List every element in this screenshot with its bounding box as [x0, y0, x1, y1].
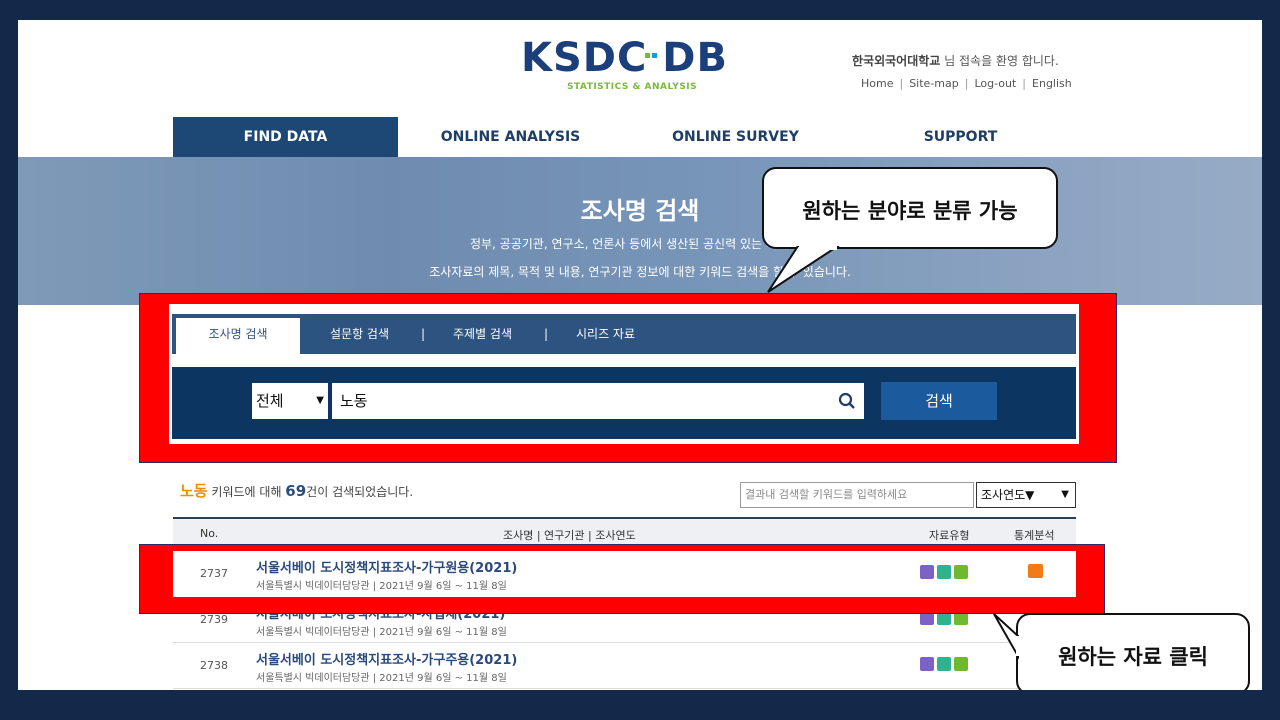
row-title[interactable]: 서울서베이 도시정책지표조사-가구원용(2021) — [256, 557, 517, 576]
row-meta: 서울특별시 빅데이터담당관 | 2021년 9월 6일 ~ 11월 8일 — [256, 673, 507, 684]
col-no: No. — [200, 527, 219, 540]
result-keyword: 노동 — [180, 482, 208, 500]
row-no: 2737 — [200, 567, 228, 580]
table-row-highlighted[interactable]: 2737 서울서베이 도시정책지표조사-가구원용(2021) 서울특별시 빅데이… — [173, 551, 1076, 597]
page-title: 조사명 검색 — [580, 197, 700, 225]
sitemap-link[interactable]: Site-map — [909, 77, 959, 90]
search-query: 노동 — [340, 392, 368, 410]
hero-description-2: 조사자료의 제목, 목적 및 내용, 연구기관 정보에 대한 키워드 검색을 할… — [429, 265, 851, 279]
chevron-down-icon: ▼ — [316, 395, 324, 406]
row-no: 2738 — [200, 659, 228, 672]
top-links: Home | Site-map | Log-out | English — [861, 77, 1072, 90]
search-input[interactable]: 노동 — [332, 383, 864, 419]
callout-bottom-text: 원하는 자료 클릭 — [1058, 645, 1208, 669]
callout-top: 원하는 분야로 분류 가능 — [762, 167, 1058, 249]
welcome-message: 한국외국어대학교 님 접속을 환영 합니다. — [852, 52, 1059, 69]
table-row[interactable]: 2738 서울서베이 도시정책지표조사-가구주용(2021) 서울특별시 빅데이… — [173, 643, 1076, 689]
document-icon[interactable] — [920, 657, 934, 671]
search-scope-select[interactable]: 전체 ▼ — [252, 383, 328, 419]
logo-dots-icon — [645, 43, 661, 58]
row-type-icons — [920, 564, 971, 583]
row-title[interactable]: 서울서베이 도시정책지표조사-가구주용(2021) — [256, 649, 517, 668]
hero-banner: 조사명 검색 정부, 공공기관, 연구소, 언론사 등에서 생산된 공신력 있는… — [18, 157, 1262, 305]
edit-icon[interactable] — [937, 657, 951, 671]
result-text-1: 키워드에 대해 — [207, 485, 286, 499]
result-count: 노동 키워드에 대해 69건이 검색되었습니다. — [180, 480, 413, 501]
logout-link[interactable]: Log-out — [974, 77, 1016, 90]
row-no: 2739 — [200, 613, 228, 626]
tab-subject-search[interactable]: 주제별 검색 — [453, 314, 512, 354]
tab-title-search[interactable]: 조사명 검색 — [176, 318, 300, 354]
page: KSDC DB STATISTICS & ANALYSIS 한국외국어대학교 님… — [18, 20, 1262, 690]
result-number: 69 — [285, 482, 307, 500]
welcome-text: 님 접속을 환영 합니다. — [940, 54, 1059, 68]
result-filter-input[interactable]: 결과내 검색할 키워드를 입력하세요 — [740, 482, 974, 508]
english-link[interactable]: English — [1032, 77, 1072, 90]
search-button[interactable]: 검색 — [881, 382, 997, 420]
home-link[interactable]: Home — [861, 77, 893, 90]
col-stat: 통계분석 — [1014, 529, 1055, 542]
tab-separator: | — [544, 327, 549, 341]
table-header: No. 조사명 | 연구기관 | 조사연도 자료유형 통계분석 — [173, 517, 1076, 547]
sort-select[interactable]: 조사연도▼ ▼ — [976, 482, 1076, 508]
tab-separator: | — [421, 327, 426, 341]
ksdc-logo[interactable]: KSDC DB STATISTICS & ANALYSIS — [521, 38, 741, 98]
row-type-icons — [920, 656, 971, 675]
row-meta: 서울특별시 빅데이터담당관 | 2021년 9월 6일 ~ 11월 8일 — [256, 581, 507, 592]
search-bar: 전체 ▼ 노동 검색 — [172, 367, 1076, 439]
main-nav: FIND DATA ONLINE ANALYSIS ONLINE SURVEY … — [173, 117, 1073, 157]
callout-top-text: 원하는 분야로 분류 가능 — [802, 199, 1018, 223]
col-type: 자료유형 — [929, 529, 970, 542]
col-info: 조사명 | 연구기관 | 조사연도 — [503, 529, 636, 542]
tab-question-search[interactable]: 설문항 검색 — [330, 314, 389, 354]
hero-description-1: 정부, 공공기관, 연구소, 언론사 등에서 생산된 공신력 있는 데이터를 — [469, 237, 811, 251]
callout-pointer-top — [767, 246, 840, 293]
nav-online-survey[interactable]: ONLINE SURVEY — [623, 117, 848, 157]
search-icon[interactable] — [838, 392, 856, 410]
bar-chart-icon[interactable] — [1028, 564, 1043, 578]
callout-pointer-bottom — [993, 613, 1020, 660]
sort-value: 조사연도▼ — [981, 488, 1035, 502]
tab-series-data[interactable]: 시리즈 자료 — [576, 314, 635, 354]
chevron-down-icon: ▼ — [1061, 489, 1069, 500]
document-icon[interactable] — [920, 565, 934, 579]
refresh-icon[interactable] — [954, 657, 968, 671]
welcome-org: 한국외국어대학교 — [852, 54, 941, 68]
logo-subtitle: STATISTICS & ANALYSIS — [567, 82, 698, 92]
search-panel: 조사명 검색 설문항 검색 | 주제별 검색 | 시리즈 자료 전체 ▼ 노동 검… — [169, 304, 1079, 444]
refresh-icon[interactable] — [954, 565, 968, 579]
nav-find-data[interactable]: FIND DATA — [173, 117, 398, 157]
edit-icon[interactable] — [937, 565, 951, 579]
logo-text: KSDC DB — [521, 35, 728, 81]
nav-support[interactable]: SUPPORT — [848, 117, 1073, 157]
search-scope-value: 전체 — [256, 392, 284, 410]
callout-bottom: 원하는 자료 클릭 — [1016, 613, 1250, 690]
nav-online-analysis[interactable]: ONLINE ANALYSIS — [398, 117, 623, 157]
result-text-2: 건이 검색되었습니다. — [306, 485, 414, 499]
search-tabs: 조사명 검색 설문항 검색 | 주제별 검색 | 시리즈 자료 — [172, 314, 1076, 354]
row-meta: 서울특별시 빅데이터담당관 | 2021년 9월 6일 ~ 11월 8일 — [256, 627, 507, 638]
